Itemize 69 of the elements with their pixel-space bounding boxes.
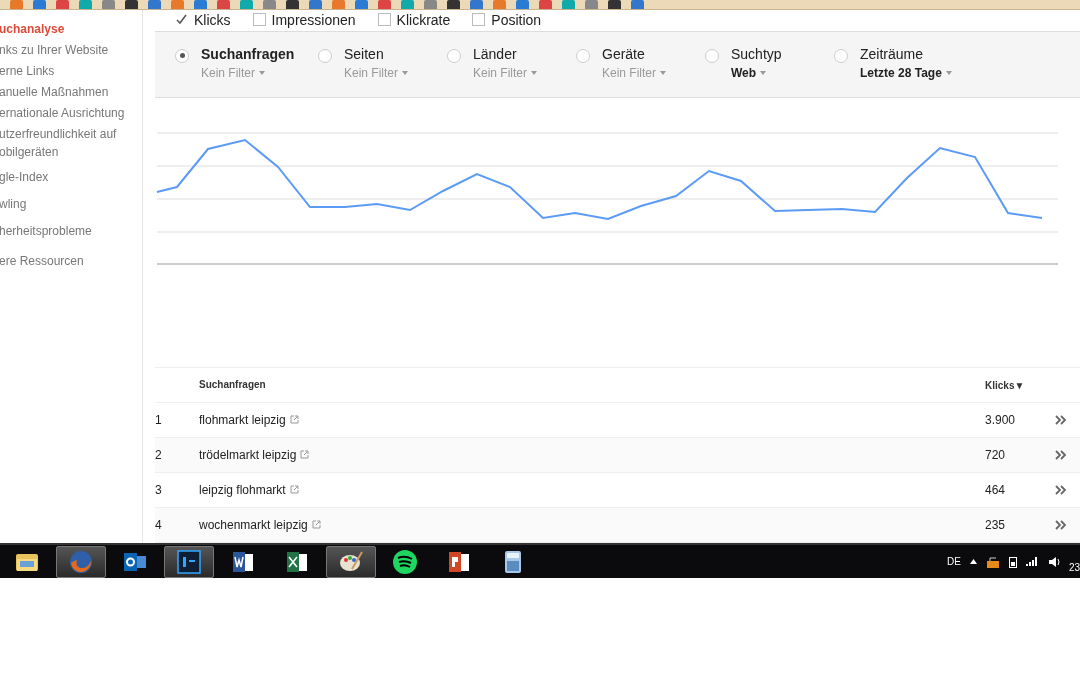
rank-cell-text: 1 xyxy=(155,413,163,427)
query-link[interactable]: wochenmarkt leipzig xyxy=(199,518,308,532)
filter-dropdown[interactable]: Kein Filter xyxy=(602,65,667,80)
query-link[interactable]: flohmarkt leipzig xyxy=(199,413,286,427)
sidebar-item[interactable]: ere Ressourcen xyxy=(0,251,142,272)
metric-label: Klickrate xyxy=(396,11,451,28)
filter-dropdown[interactable]: Kein Filter xyxy=(344,65,409,80)
sidebar-item[interactable]: ernationale Ausrichtung xyxy=(0,103,142,124)
globe-icon xyxy=(68,548,94,575)
external-link-icon[interactable] xyxy=(300,450,310,460)
double-chevron-icon[interactable] xyxy=(1055,450,1067,460)
taskbar-button[interactable] xyxy=(164,545,214,578)
radio-button[interactable] xyxy=(175,48,189,63)
radio-button[interactable] xyxy=(834,48,848,63)
dimension-label: Suchanfragen xyxy=(201,45,295,62)
sidebar-item[interactable]: gle-Index xyxy=(0,167,142,188)
checkbox[interactable] xyxy=(252,13,266,27)
checkbox[interactable] xyxy=(377,13,391,27)
double-chevron-icon[interactable] xyxy=(1055,520,1067,530)
column-header[interactable]: Klicks▼ xyxy=(985,380,1025,391)
dimension-label: Seiten xyxy=(344,45,385,62)
clock[interactable]: 23 xyxy=(1068,562,1080,573)
double-chevron-icon[interactable] xyxy=(1055,485,1067,495)
filter-dropdown[interactable]: Letzte 28 Tage xyxy=(860,65,952,80)
sidebar-item[interactable]: nks zu Ihrer Website xyxy=(0,40,142,61)
rank-cell-text: 4 xyxy=(155,518,163,532)
external-link-icon[interactable] xyxy=(289,485,299,495)
dimension-label: Zeiträume xyxy=(860,45,925,62)
sidebar-item[interactable]: uchanalyse xyxy=(0,19,142,40)
query-link[interactable]: trödelmarkt leipzig xyxy=(199,448,297,462)
dimension-label: Länder xyxy=(473,45,518,62)
taskbar-button[interactable] xyxy=(56,545,106,578)
battery-icon[interactable] xyxy=(1008,555,1017,568)
metric-label: Impressionen xyxy=(271,11,356,28)
clicks-cell-text: 464 xyxy=(985,483,1007,497)
radio-button[interactable] xyxy=(318,48,332,63)
clicks-cell-text: 235 xyxy=(985,518,1007,532)
taskbar-button[interactable] xyxy=(326,545,376,578)
filter-dropdown[interactable]: Web xyxy=(731,65,782,80)
rank-cell-text: 3 xyxy=(155,483,163,497)
query-link[interactable]: leipzig flohmarkt xyxy=(199,483,286,497)
column-header[interactable]: Suchanfragen xyxy=(199,379,266,391)
double-chevron-icon[interactable] xyxy=(1055,415,1067,425)
sound-waves-icon xyxy=(392,548,418,575)
radio-button[interactable] xyxy=(705,48,719,63)
language-indicator[interactable]: DE xyxy=(946,556,961,567)
sidebar-item[interactable]: anuelle Maßnahmen xyxy=(0,82,142,103)
radio-button[interactable] xyxy=(576,48,590,63)
speaker-icon[interactable] xyxy=(1047,555,1060,568)
metric-label: Klicks xyxy=(194,11,231,28)
signal-icon[interactable] xyxy=(1025,557,1039,566)
rank-cell-text: 2 xyxy=(155,448,163,462)
sidebar-item[interactable]: herheitsprobleme xyxy=(0,221,142,242)
filter-dropdown[interactable]: Kein Filter xyxy=(201,65,295,80)
lock-icon[interactable] xyxy=(985,555,1000,568)
sidebar-item[interactable]: utzerfreundlichkeit auf obilgeräten xyxy=(0,124,142,163)
external-link-icon[interactable] xyxy=(311,520,321,530)
radio-button[interactable] xyxy=(447,48,461,63)
up-arrow-icon[interactable] xyxy=(969,559,977,564)
external-link-icon[interactable] xyxy=(289,415,299,425)
sidebar-item[interactable]: erne Links xyxy=(0,61,142,82)
dimension-label: Geräte xyxy=(602,45,646,62)
clicks-cell-text: 3.900 xyxy=(985,413,1017,427)
dimension-label: Suchtyp xyxy=(731,45,782,62)
photo-editor-icon xyxy=(176,548,202,575)
filter-dropdown[interactable]: Kein Filter xyxy=(473,65,538,80)
metric-label: Position xyxy=(491,11,542,28)
checkbox[interactable] xyxy=(472,13,486,27)
clicks-cell-text: 720 xyxy=(985,448,1007,462)
